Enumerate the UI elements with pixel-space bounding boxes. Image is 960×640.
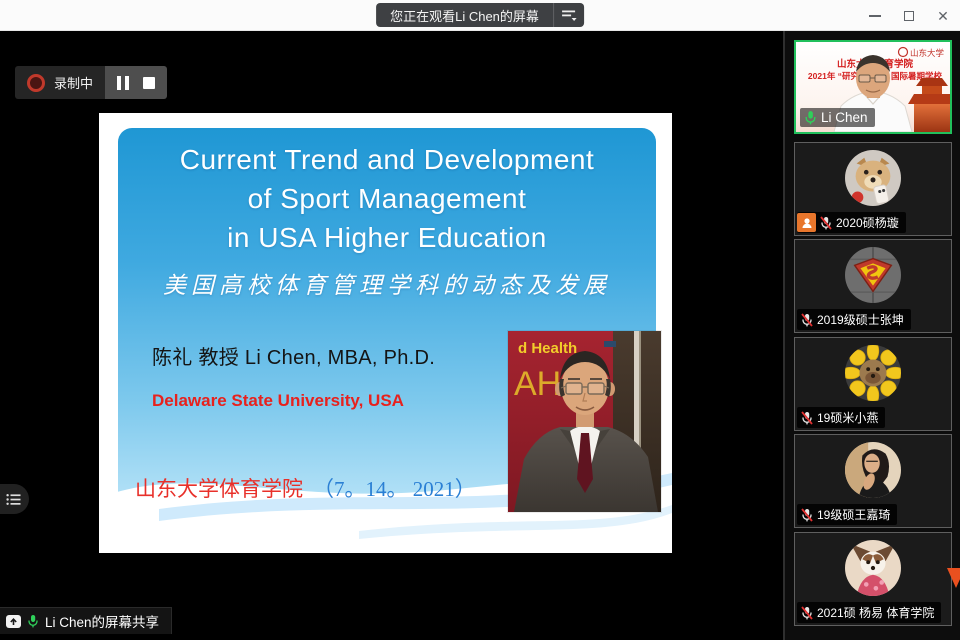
list-dropdown-icon: [561, 9, 577, 21]
participant-name: Li Chen: [821, 110, 868, 125]
close-button[interactable]: ✕: [926, 0, 960, 31]
footer-school: 山东大学体育学院: [135, 477, 303, 501]
participant-name-label: 2020硕杨璇: [797, 212, 906, 233]
photo-banner-text: d Health: [518, 340, 577, 357]
mic-muted-icon: [801, 508, 813, 522]
presenter-name: 陈礼 教授 Li Chen, MBA, Ph.D.: [152, 341, 435, 370]
pause-recording-button[interactable]: [117, 76, 129, 90]
viewing-status-text: 您正在观看Li Chen的屏幕: [376, 6, 553, 25]
photo-banner-text2: AH: [514, 365, 561, 403]
participant-name-label: 2019级硕士张坤: [797, 309, 911, 330]
participant-name-label: 2021硕 杨易 体育学院: [797, 602, 941, 623]
woman-photo-avatar: [845, 442, 901, 498]
close-icon: ✕: [937, 9, 949, 23]
participant-name: 2019级硕士张坤: [817, 311, 904, 328]
footer-date: （7。14。 2021）: [313, 477, 476, 501]
participant-tile[interactable]: 2021硕 杨易 体育学院: [794, 532, 952, 626]
participant-name: 19硕米小燕: [817, 409, 878, 426]
mic-muted-icon: [801, 411, 813, 425]
titlebar: 您正在观看Li Chen的屏幕 ✕: [0, 0, 960, 31]
virtual-bg-logo: 山东大学: [910, 48, 945, 58]
screen-share-icon: [6, 615, 21, 628]
participant-tile[interactable]: 19硕米小燕: [794, 337, 952, 431]
participant-tile[interactable]: 19级硕王嘉琦: [794, 434, 952, 528]
participant-name: 2020硕杨璇: [836, 214, 899, 231]
person-badge-icon: [797, 213, 816, 232]
maximize-icon: [904, 11, 914, 21]
participant-name-label: 19硕米小燕: [797, 407, 885, 428]
mic-on-icon: [27, 614, 39, 628]
scroll-indicator-arrow[interactable]: [947, 568, 960, 588]
puppy-avatar: [845, 150, 901, 206]
mic-muted-icon: [820, 216, 832, 230]
mic-on-icon: [804, 110, 817, 125]
window-controls: ✕: [858, 0, 960, 31]
slide-title-line1: Current Trend and Development: [118, 140, 656, 179]
sunflower-dog-avatar: [845, 345, 901, 401]
presentation-slide: Current Trend and Development of Sport M…: [99, 113, 672, 553]
slide-title-line3: in USA Higher Education: [118, 218, 656, 257]
meeting-window: 您正在观看Li Chen的屏幕 ✕ 录制中: [0, 0, 960, 640]
recording-bar: 录制中: [15, 66, 167, 99]
slide-title: Current Trend and Development of Sport M…: [118, 140, 656, 257]
slide-subtitle-chinese: 美国高校体育管理学科的动态及发展: [118, 266, 656, 300]
viewing-status-pill[interactable]: 您正在观看Li Chen的屏幕: [376, 3, 584, 27]
participants-sidebar: 山东大学体育学院 2021年 “研究生科研” 国际暑期学校 山东大学: [783, 31, 960, 640]
shared-screen-area: 录制中 Current Trend and Development of Spo…: [0, 31, 783, 640]
participant-name-label: 19级硕王嘉琦: [797, 504, 897, 525]
minimize-icon: [869, 15, 881, 17]
slide-footer: 山东大学体育学院 （7。14。 2021）: [135, 473, 476, 503]
participant-name: 19级硕王嘉琦: [817, 506, 890, 523]
participant-tile-li-chen[interactable]: 山东大学体育学院 2021年 “研究生科研” 国际暑期学校 山东大学: [794, 40, 952, 134]
papillon-dog-avatar: [845, 540, 901, 596]
superman-logo-avatar: [845, 247, 901, 303]
slide-title-line2: of Sport Management: [118, 179, 656, 218]
maximize-button[interactable]: [892, 0, 926, 31]
recording-status-label: 录制中: [54, 73, 93, 92]
presenter-affiliation: Delaware State University, USA: [152, 391, 404, 411]
side-panel-toggle-button[interactable]: [0, 484, 29, 514]
mic-muted-icon: [801, 313, 813, 327]
participant-name-label: Li Chen: [800, 108, 875, 127]
stop-recording-button[interactable]: [143, 77, 155, 89]
minimize-button[interactable]: [858, 0, 892, 31]
participant-name: 2021硕 杨易 体育学院: [817, 604, 934, 621]
participant-tile[interactable]: 2020硕杨璇: [794, 142, 952, 236]
screen-share-banner-text: Li Chen的屏幕共享: [45, 611, 159, 631]
participant-tile[interactable]: 2019级硕士张坤: [794, 239, 952, 333]
list-icon: [6, 493, 21, 506]
recording-dot-icon: [27, 74, 45, 92]
recording-status: 录制中: [15, 66, 105, 99]
presenter-photo: d Health AH: [508, 331, 661, 512]
recording-controls: [105, 66, 167, 99]
screen-share-banner: Li Chen的屏幕共享: [0, 607, 172, 634]
view-options-button[interactable]: [553, 3, 584, 27]
mic-muted-icon: [801, 606, 813, 620]
